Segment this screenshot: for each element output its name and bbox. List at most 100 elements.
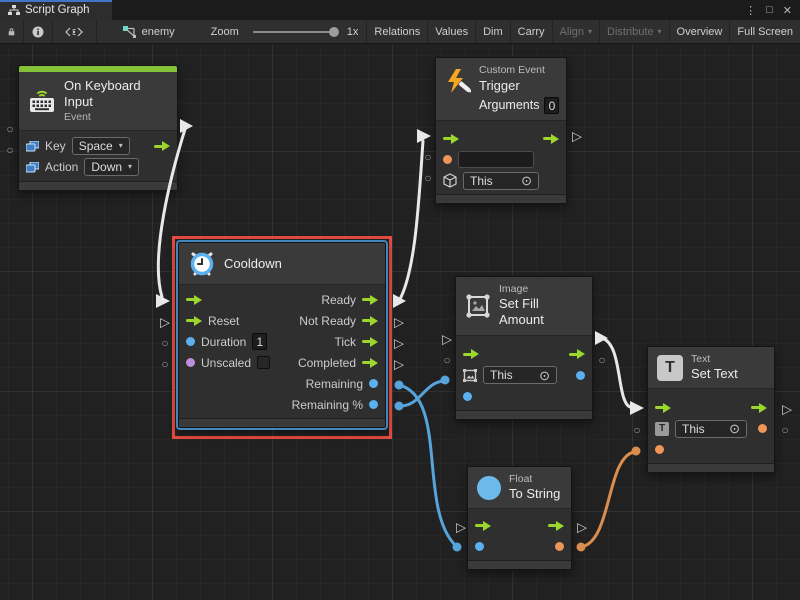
image-flow-in-port[interactable]: ▷ (442, 333, 452, 346)
graph-breadcrumb[interactable]: enemy (97, 20, 185, 43)
enter-input-arrow[interactable] (186, 295, 202, 305)
cooldown-reset-outer-port[interactable]: ▷ (160, 316, 170, 329)
keyboard-action-outer-port[interactable]: ○ (6, 144, 13, 156)
cooldown-not-ready-outer-port[interactable]: ▷ (394, 316, 404, 329)
target-dropdown[interactable]: This⊙ (483, 366, 557, 384)
text-output-port[interactable] (758, 424, 767, 433)
relations-button[interactable]: Relations (367, 20, 428, 43)
flow-input-arrow[interactable] (443, 134, 459, 144)
wire-ready-to-custom-event[interactable] (399, 141, 423, 301)
wire-tostring-to-settext[interactable] (581, 452, 634, 547)
close-icon[interactable]: ✕ (783, 4, 792, 17)
remaining-pct-output-port[interactable] (369, 400, 378, 409)
cooldown-duration-outer-port[interactable]: ○ (161, 337, 168, 349)
wire-image-to-text[interactable] (601, 338, 630, 407)
key-dropdown[interactable]: Space▾ (72, 137, 130, 155)
graph-canvas[interactable]: On Keyboard Input Event Key Space▾ (0, 45, 800, 600)
tick-output-arrow[interactable] (362, 337, 378, 347)
custom-event-flow-out-port[interactable]: ▷ (572, 130, 582, 143)
node-text-set-text[interactable]: T Text Set Text T This⊙ (647, 346, 775, 473)
cooldown-completed-outer-port[interactable]: ▷ (394, 358, 404, 371)
lock-button[interactable] (0, 20, 24, 43)
port-label-unscaled: Unscaled (201, 356, 251, 370)
target-dropdown[interactable]: This⊙ (463, 172, 539, 190)
wire-endpoint-dot (632, 447, 641, 456)
info-button[interactable] (24, 20, 53, 43)
overview-button[interactable]: Overview (670, 20, 731, 43)
node-cooldown[interactable]: Cooldown Ready Reset Not Ready Duration1… (178, 242, 386, 428)
value-input-port[interactable] (655, 445, 664, 454)
more-menu-icon[interactable]: ⋮ (745, 4, 756, 17)
info-icon (32, 26, 44, 38)
target-dropdown[interactable]: This⊙ (675, 420, 747, 438)
flow-output-arrow[interactable] (751, 403, 767, 413)
custom-event-name-outer-port[interactable]: ○ (424, 151, 431, 163)
completed-output-arrow[interactable] (362, 358, 378, 368)
duration-input[interactable]: 1 (252, 333, 267, 350)
graph-asset-icon (123, 26, 136, 38)
node-kicker: Custom Event (479, 64, 559, 77)
image-output-port[interactable] (576, 371, 585, 380)
target-picker-icon: ⊙ (729, 422, 740, 435)
arguments-input[interactable]: 0 (544, 97, 559, 114)
values-button[interactable]: Values (428, 20, 476, 43)
unscaled-checkbox[interactable] (257, 356, 270, 369)
carry-button[interactable]: Carry (511, 20, 553, 43)
text-flow-out-port[interactable]: ▷ (782, 403, 792, 416)
node-on-keyboard-input[interactable]: On Keyboard Input Event Key Space▾ (18, 65, 178, 191)
string-input-port[interactable] (443, 155, 452, 164)
fullscreen-button[interactable]: Full Screen (730, 20, 800, 43)
zoom-slider-handle[interactable] (329, 27, 339, 37)
tab-script-graph[interactable]: Script Graph (0, 0, 112, 20)
image-target-outer-port[interactable]: ○ (443, 354, 450, 366)
fill-amount-input-port[interactable] (463, 392, 472, 401)
script-graph-window: Script Graph ⋮ □ ✕ enemy Zoom 1x Relatio… (0, 0, 800, 600)
gameobject-cube-icon (443, 173, 457, 188)
tostring-flow-out-port[interactable]: ▷ (577, 521, 587, 534)
action-dropdown[interactable]: Down▾ (84, 158, 139, 176)
flow-output-arrow[interactable] (569, 349, 585, 359)
string-output-port[interactable] (555, 542, 564, 551)
arguments-label: Arguments (479, 98, 539, 114)
flow-input-arrow[interactable] (463, 349, 479, 359)
cooldown-tick-outer-port[interactable]: ▷ (394, 337, 404, 350)
node-kicker: Text (691, 353, 738, 366)
duration-input-port[interactable] (186, 337, 195, 346)
flow-output-arrow[interactable] (543, 134, 559, 144)
port-label-action: Action (45, 160, 78, 174)
cooldown-timer-icon (188, 250, 216, 278)
float-input-port[interactable] (475, 542, 484, 551)
zoom-slider-track[interactable] (253, 31, 337, 33)
trigger-output-arrow[interactable] (154, 141, 170, 151)
event-name-input[interactable] (458, 151, 534, 168)
node-float-to-string[interactable]: Float To String (467, 466, 572, 570)
wire-remaining-pct-to-fill[interactable] (399, 381, 443, 406)
image-icon (465, 293, 491, 319)
cooldown-unscaled-outer-port[interactable]: ○ (161, 358, 168, 370)
node-footer (456, 410, 592, 419)
zoom-slider[interactable] (247, 20, 343, 43)
flow-input-arrow[interactable] (655, 403, 671, 413)
node-trigger-custom-event[interactable]: Custom Event Trigger Arguments 0 (435, 57, 567, 204)
wire-remaining-to-tostring[interactable] (399, 385, 455, 545)
flow-input-arrow[interactable] (475, 521, 491, 531)
maximize-icon[interactable]: □ (766, 4, 773, 16)
node-kicker: Float (509, 473, 560, 486)
ready-output-arrow[interactable] (362, 295, 378, 305)
flow-output-arrow[interactable] (548, 521, 564, 531)
tostring-flow-in-port[interactable]: ▷ (456, 521, 466, 534)
node-image-set-fill-amount[interactable]: Image Set Fill Amount This⊙ (455, 276, 593, 420)
reset-input-arrow[interactable] (186, 316, 202, 326)
image-output-outer-port[interactable]: ○ (598, 354, 605, 366)
remaining-output-port[interactable] (369, 379, 378, 388)
dim-button[interactable]: Dim (476, 20, 511, 43)
text-target-outer-port[interactable]: ○ (633, 424, 640, 436)
text-output-outer-port[interactable]: ○ (781, 424, 788, 436)
unscaled-input-port[interactable] (186, 358, 195, 367)
not-ready-output-arrow[interactable] (362, 316, 378, 326)
align-button: Align▾ (553, 20, 600, 43)
custom-event-target-outer-port[interactable]: ○ (424, 172, 431, 184)
wire-endpoint-triangle (180, 119, 193, 133)
keyboard-key-outer-port[interactable]: ○ (6, 123, 13, 135)
edit-graph-button[interactable] (53, 20, 97, 43)
